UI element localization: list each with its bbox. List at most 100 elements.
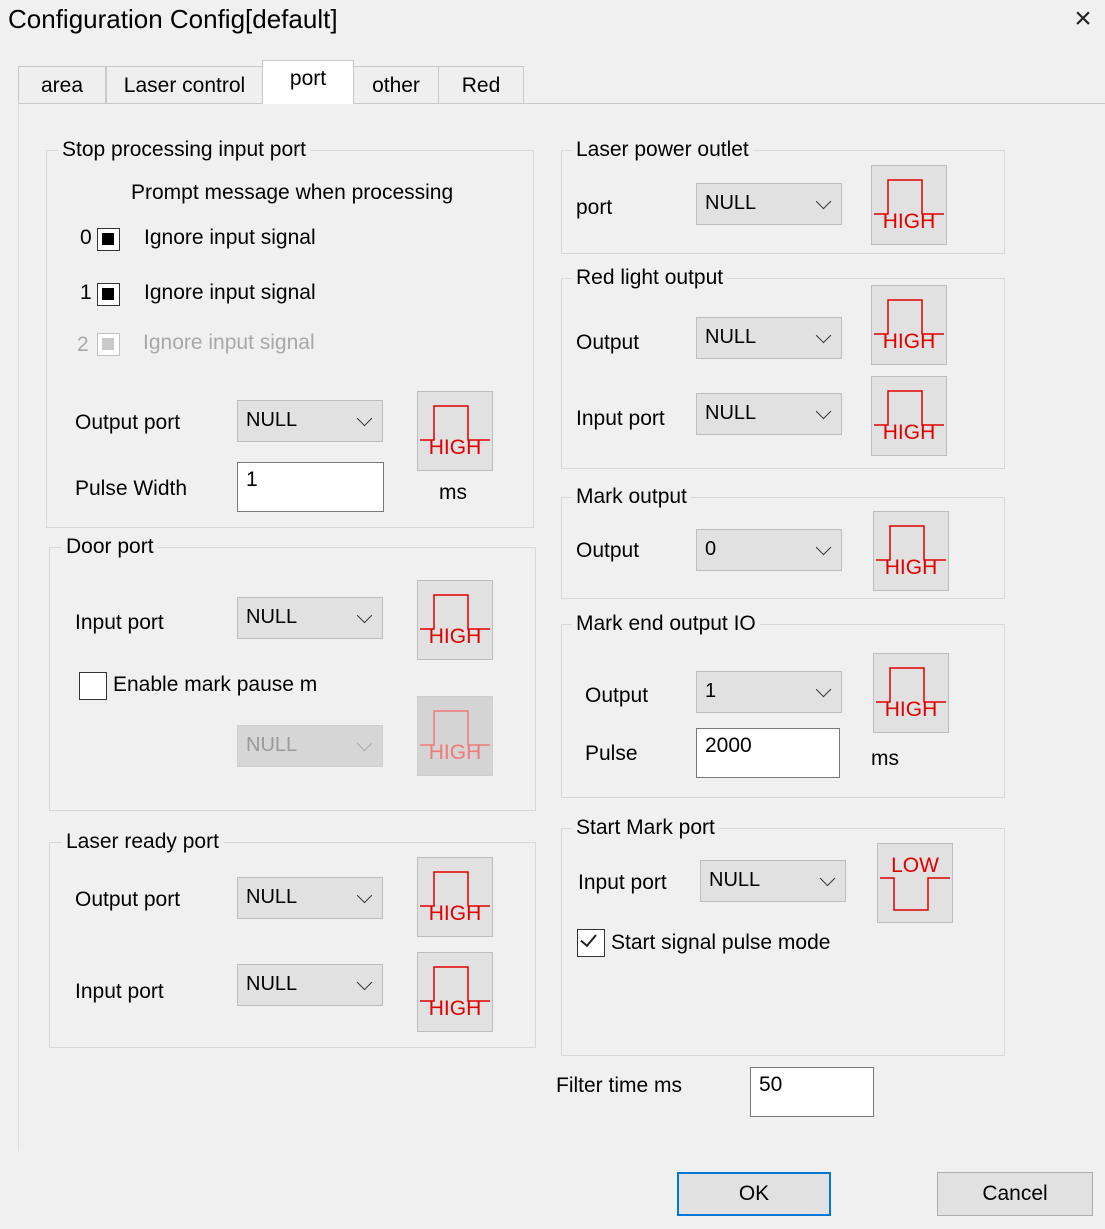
mark-end-pulse-label: Pulse [585, 742, 638, 765]
door-input-level-text: HIGH [428, 625, 482, 648]
chevron-down-icon [356, 735, 373, 752]
red-light-input-level-button[interactable]: HIGH [871, 376, 947, 456]
stop-output-port-value: NULL [246, 409, 298, 431]
mark-output-level-text: HIGH [884, 556, 938, 579]
chevron-down-icon [356, 410, 373, 427]
red-light-input-label: Input port [576, 407, 665, 430]
laser-power-port-select[interactable]: NULL [696, 183, 842, 225]
signal-0-label: Ignore input signal [144, 226, 316, 249]
red-light-output-level-button[interactable]: HIGH [871, 285, 947, 365]
mark-end-output-label: Output [585, 684, 649, 707]
signal-2-index: 2 [77, 333, 89, 356]
red-light-input-value: NULL [705, 402, 757, 424]
tab-area[interactable]: area [18, 66, 106, 103]
red-light-output-level-text: HIGH [882, 330, 936, 353]
mark-end-pulse-input[interactable]: 2000 [696, 728, 840, 778]
mark-output-select[interactable]: 0 [696, 529, 842, 571]
signal-0-checkbox[interactable] [97, 228, 120, 251]
signal-1-label: Ignore input signal [144, 281, 316, 304]
door-pause-value: NULL [246, 734, 298, 756]
laser-ready-output-level-button[interactable]: HIGH [417, 857, 493, 937]
laser-ready-input-select[interactable]: NULL [237, 964, 383, 1006]
start-mark-level-button[interactable]: LOW [877, 843, 953, 923]
prompt-message-label: Prompt message when processing [131, 181, 454, 204]
stop-output-port-select[interactable]: NULL [237, 400, 383, 442]
start-mark-input-value: NULL [709, 869, 761, 891]
signal-1-index: 1 [80, 281, 92, 304]
start-pulse-mode-label: Start signal pulse mode [611, 931, 831, 954]
chevron-down-icon [356, 607, 373, 624]
mark-end-level-button[interactable]: HIGH [873, 653, 949, 733]
mark-end-legend: Mark end output IO [572, 612, 760, 636]
chevron-down-icon [819, 870, 836, 887]
signal-2-label: Ignore input signal [143, 331, 315, 354]
laser-power-level-button[interactable]: HIGH [871, 165, 947, 245]
laser-ready-input-label: Input port [75, 980, 164, 1003]
door-pause-level-button: HIGH [417, 696, 493, 776]
start-mark-input-select[interactable]: NULL [700, 860, 846, 902]
laser-ready-input-level-button[interactable]: HIGH [417, 952, 493, 1032]
door-port-legend: Door port [62, 535, 158, 559]
signal-1-checkbox[interactable] [97, 283, 120, 306]
laser-ready-output-label: Output port [75, 888, 181, 911]
mark-output-level-button[interactable]: HIGH [873, 511, 949, 591]
mark-end-output-value: 1 [705, 680, 717, 702]
chevron-down-icon [815, 403, 832, 420]
door-input-level-button[interactable]: HIGH [417, 580, 493, 660]
red-light-legend: Red light output [572, 266, 728, 290]
close-icon[interactable]: × [1068, 4, 1098, 34]
laser-ready-output-level-text: HIGH [428, 902, 482, 925]
laser-power-port-label: port [576, 196, 613, 219]
tab-red[interactable]: Red [438, 66, 524, 103]
laser-ready-output-select[interactable]: NULL [237, 877, 383, 919]
pulse-width-input[interactable]: 1 [237, 462, 384, 512]
red-light-input-level-text: HIGH [882, 421, 936, 444]
signal-2-checkbox [97, 333, 120, 356]
chevron-down-icon [815, 681, 832, 698]
laser-power-port-value: NULL [705, 192, 757, 214]
start-mark-level-text: LOW [891, 854, 939, 877]
mark-output-legend: Mark output [572, 485, 691, 509]
laser-ready-legend: Laser ready port [62, 830, 223, 854]
red-light-output-value: NULL [705, 326, 757, 348]
tab-other[interactable]: other [353, 66, 439, 103]
door-pause-level-text: HIGH [428, 741, 482, 764]
mark-end-output-select[interactable]: 1 [696, 671, 842, 713]
laser-power-level-text: HIGH [882, 210, 936, 233]
chevron-down-icon [356, 887, 373, 904]
stop-processing-legend: Stop processing input port [58, 138, 310, 162]
door-input-port-select[interactable]: NULL [237, 597, 383, 639]
ok-button[interactable]: OK [677, 1172, 831, 1216]
tab-port[interactable]: port [262, 60, 354, 104]
mark-end-pulse-unit: ms [871, 747, 899, 770]
filter-time-label: Filter time ms [556, 1074, 682, 1097]
laser-ready-input-level-text: HIGH [428, 997, 482, 1020]
enable-mark-pause-checkbox[interactable] [79, 672, 107, 700]
enable-mark-pause-label: Enable mark pause m [113, 673, 318, 696]
laser-ready-output-value: NULL [246, 886, 298, 908]
red-light-input-select[interactable]: NULL [696, 393, 842, 435]
stop-output-level-button[interactable]: HIGH [417, 391, 493, 471]
cancel-button[interactable]: Cancel [937, 1172, 1093, 1216]
laser-power-legend: Laser power outlet [572, 138, 753, 162]
signal-0-index: 0 [80, 226, 92, 249]
door-input-port-label: Input port [75, 611, 164, 634]
pulse-width-unit: ms [439, 481, 467, 504]
door-pause-select: NULL [237, 725, 383, 767]
chevron-down-icon [815, 327, 832, 344]
door-input-port-value: NULL [246, 606, 298, 628]
stop-output-port-label: Output port [75, 411, 181, 434]
stop-output-level-text: HIGH [428, 436, 482, 459]
chevron-down-icon [356, 974, 373, 991]
laser-ready-input-value: NULL [246, 973, 298, 995]
start-pulse-mode-checkbox[interactable] [577, 929, 605, 957]
mark-end-level-text: HIGH [884, 698, 938, 721]
chevron-down-icon [815, 539, 832, 556]
red-light-output-select[interactable]: NULL [696, 317, 842, 359]
start-mark-legend: Start Mark port [572, 816, 719, 840]
pulse-width-label: Pulse Width [75, 477, 188, 500]
filter-time-input[interactable]: 50 [750, 1067, 874, 1117]
tab-laser-control[interactable]: Laser control [106, 66, 263, 103]
chevron-down-icon [815, 193, 832, 210]
red-light-output-label: Output [576, 331, 640, 354]
